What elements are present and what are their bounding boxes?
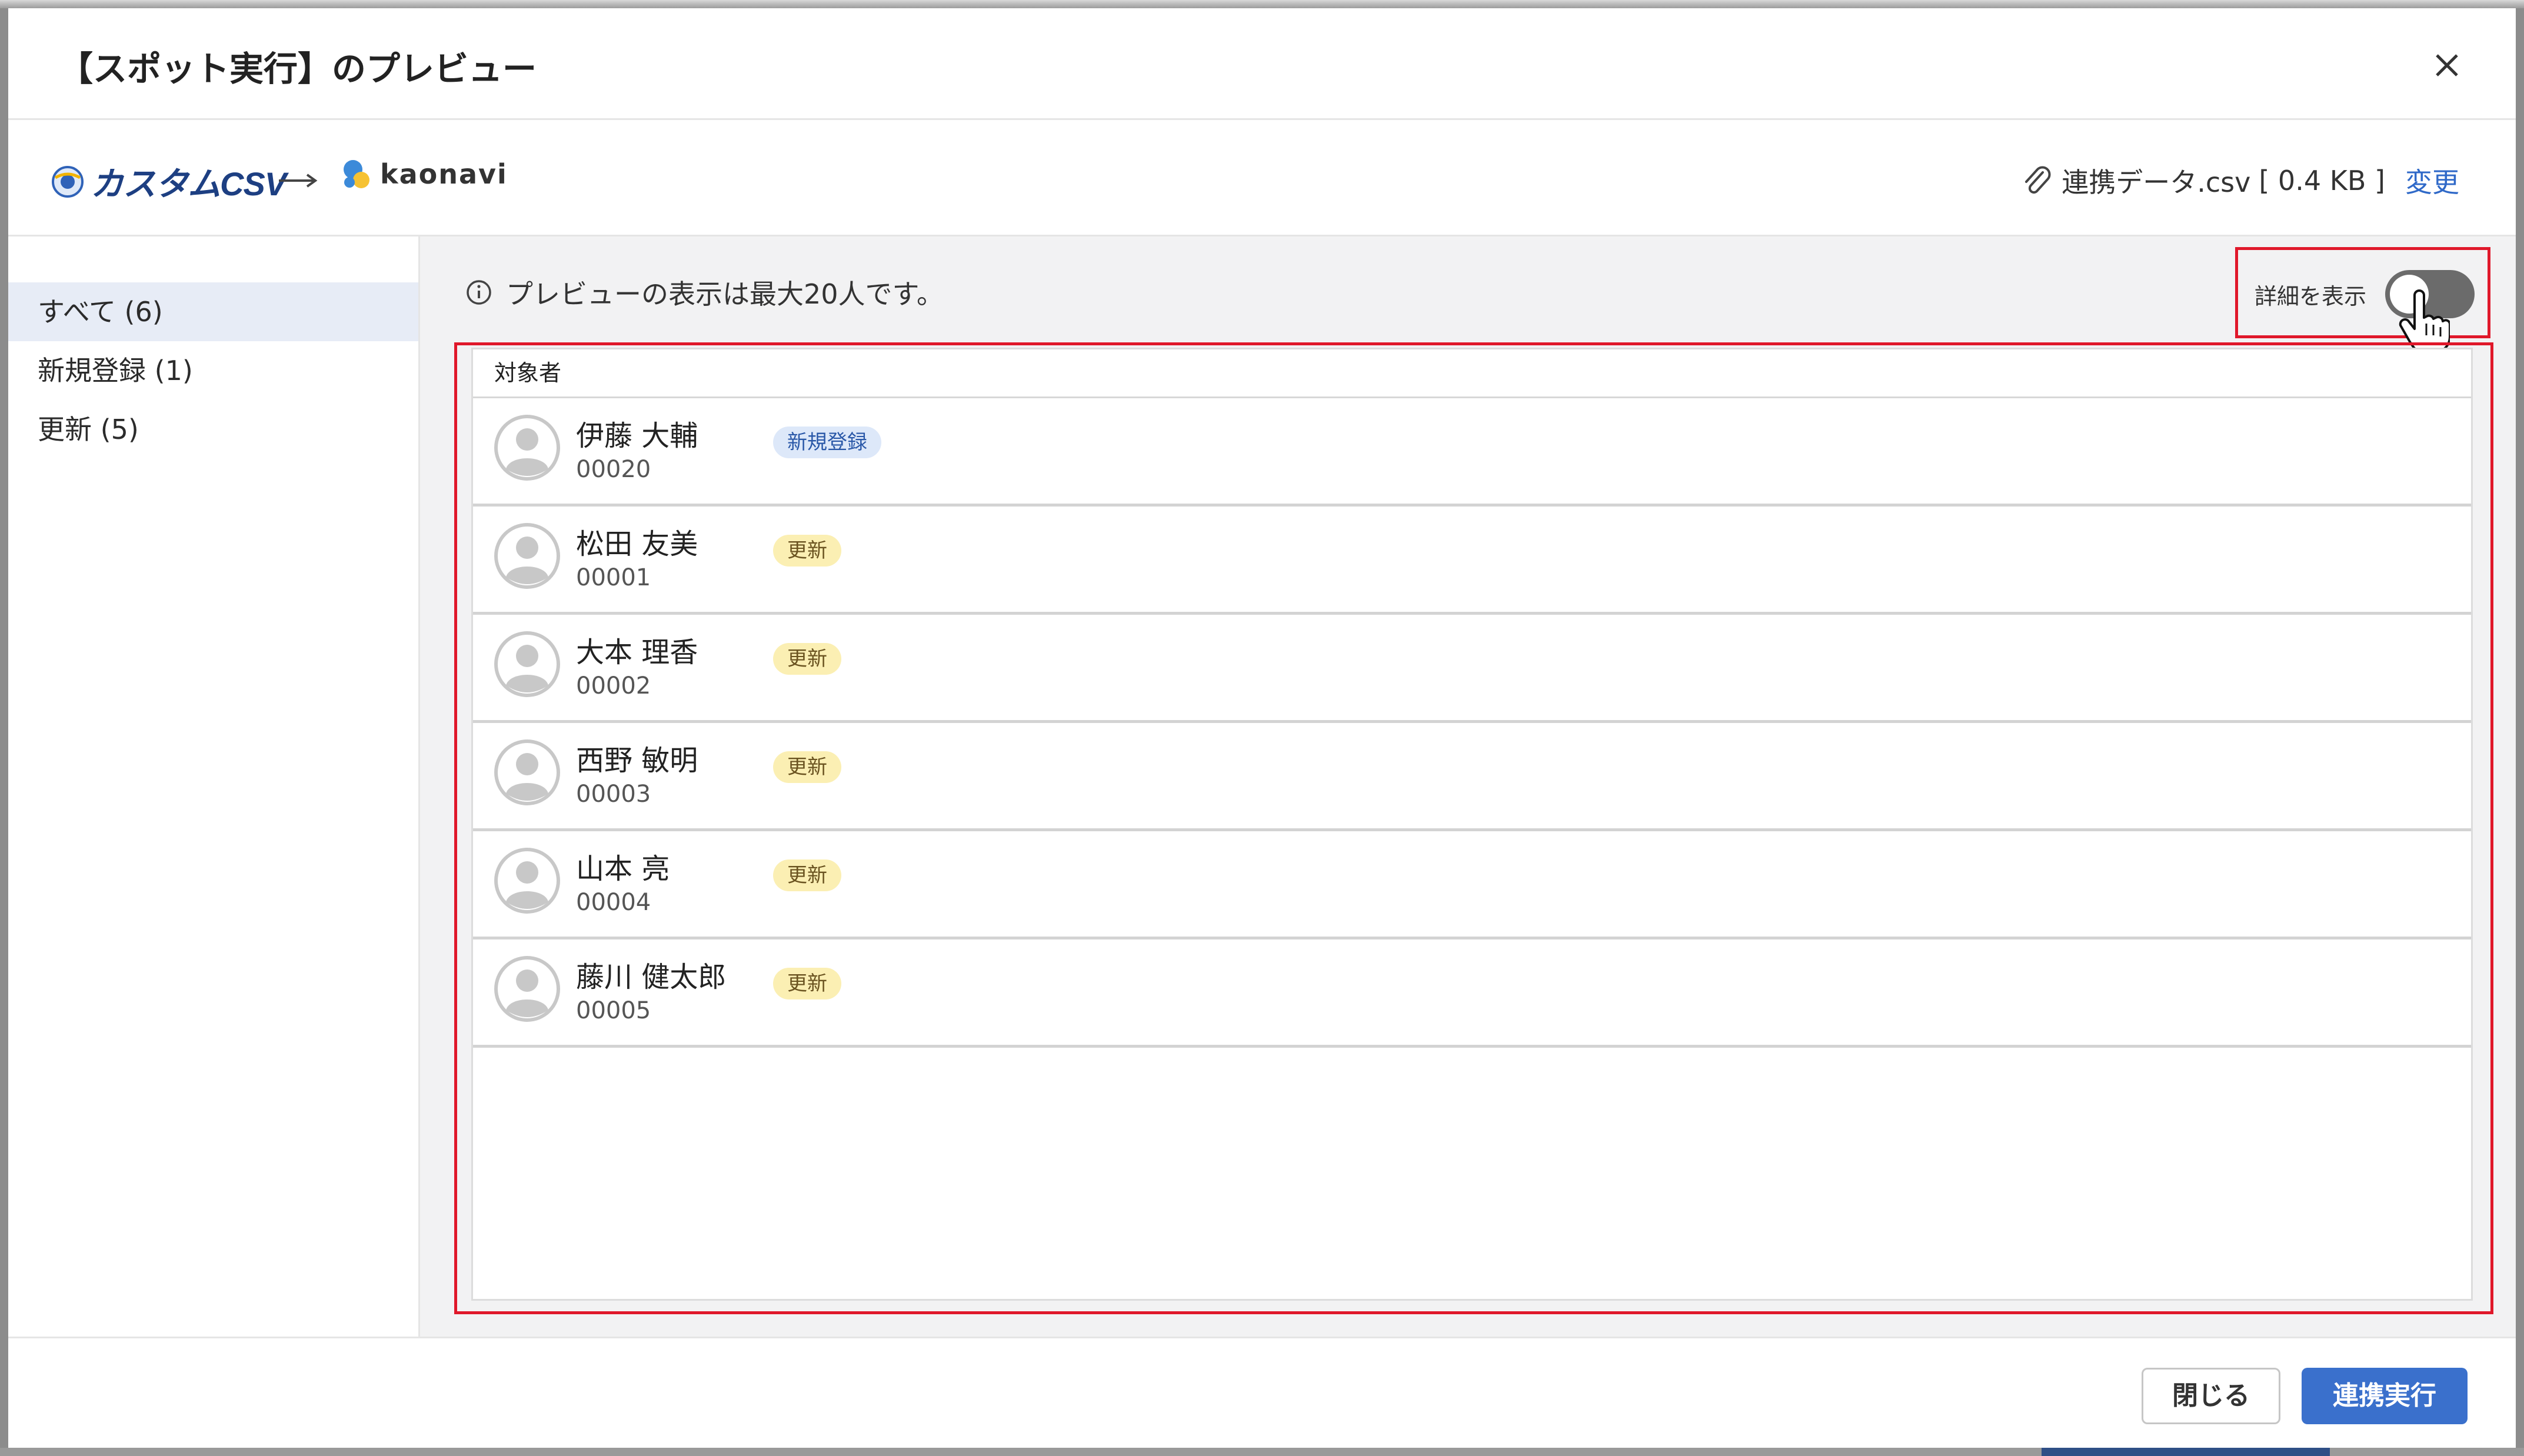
person-code: 00004 bbox=[576, 889, 651, 916]
file-name: 連携データ.csv bbox=[2062, 166, 2251, 198]
preview-content: プレビューの表示は最大20人です。 詳細を表示 対象者 伊藤 大輔 00020 … bbox=[420, 236, 2516, 1337]
person-code: 00002 bbox=[576, 672, 651, 699]
status-badge: 更新 bbox=[773, 968, 841, 999]
kaonavi-logo-icon bbox=[344, 160, 369, 188]
person-code: 00003 bbox=[576, 781, 651, 808]
table-row[interactable]: 藤川 健太郎 00005 更新 bbox=[473, 939, 2471, 1048]
detail-toggle-label: 詳細を表示 bbox=[2255, 284, 2367, 309]
person-code: 00001 bbox=[576, 564, 651, 591]
status-badge: 更新 bbox=[773, 643, 841, 675]
person-code: 00005 bbox=[576, 997, 651, 1024]
avatar-icon bbox=[494, 956, 560, 1022]
background-app-bar bbox=[0, 0, 2524, 8]
close-icon[interactable] bbox=[2431, 49, 2463, 81]
change-file-link[interactable]: 変更 bbox=[2405, 161, 2459, 200]
file-size: [ 0.4 KB ] bbox=[2259, 165, 2385, 196]
table-header: 対象者 bbox=[473, 349, 2471, 398]
close-button[interactable]: 閉じる bbox=[2142, 1368, 2280, 1424]
info-icon bbox=[467, 280, 491, 305]
arrow-right-icon bbox=[279, 174, 318, 188]
preview-table-highlight: 対象者 伊藤 大輔 00020 新規登録 松田 友美 00001 更新 大本 理… bbox=[454, 342, 2493, 1314]
person-name: 伊藤 大輔 bbox=[576, 419, 698, 452]
modal-footer: 閉じる 連携実行 bbox=[8, 1337, 2516, 1448]
detail-toggle-highlight: 詳細を表示 bbox=[2235, 247, 2490, 338]
avatar-icon bbox=[494, 631, 560, 697]
csv-globe-icon bbox=[52, 165, 84, 198]
modal-title: 【スポット実行】のプレビュー bbox=[59, 49, 537, 89]
table-row[interactable]: 伊藤 大輔 00020 新規登録 bbox=[473, 398, 2471, 507]
destination-connector: kaonavi bbox=[338, 156, 508, 192]
status-badge: 新規登録 bbox=[773, 427, 881, 458]
preview-notice: プレビューの表示は最大20人です。 bbox=[465, 273, 944, 312]
flow-bar: カスタムCSV kaonavi 連携データ.csv [ 0.4 KB ] 変更 bbox=[8, 120, 2516, 236]
filter-sidebar: すべて (6) 新規登録 (1) 更新 (5) bbox=[8, 236, 420, 1337]
status-badge: 更新 bbox=[773, 751, 841, 783]
status-badge: 更新 bbox=[773, 859, 841, 891]
sidebar-item-new[interactable]: 新規登録 (1) bbox=[8, 341, 418, 400]
avatar-icon bbox=[494, 739, 560, 805]
paperclip-icon bbox=[2025, 166, 2051, 194]
notice-text: プレビューの表示は最大20人です。 bbox=[506, 278, 944, 310]
person-name: 松田 友美 bbox=[576, 528, 698, 561]
table-row[interactable]: 松田 友美 00001 更新 bbox=[473, 507, 2471, 615]
source-name: カスタムCSV bbox=[91, 165, 287, 202]
avatar-icon bbox=[494, 848, 560, 914]
table-row[interactable]: 西野 敏明 00003 更新 bbox=[473, 723, 2471, 831]
run-sync-button[interactable]: 連携実行 bbox=[2302, 1368, 2468, 1424]
destination-name: kaonavi bbox=[380, 158, 508, 190]
sidebar-item-update[interactable]: 更新 (5) bbox=[8, 400, 418, 459]
person-code: 00020 bbox=[576, 456, 651, 483]
avatar-icon bbox=[494, 415, 560, 481]
background-button-strip bbox=[2042, 1448, 2330, 1456]
background-app-footer bbox=[0, 1448, 2524, 1456]
file-info: 連携データ.csv [ 0.4 KB ] 変更 bbox=[2020, 161, 2459, 200]
person-name: 藤川 健太郎 bbox=[576, 961, 727, 994]
sidebar-item-all[interactable]: すべて (6) bbox=[8, 282, 418, 341]
preview-table: 対象者 伊藤 大輔 00020 新規登録 松田 友美 00001 更新 大本 理… bbox=[471, 348, 2473, 1301]
status-badge: 更新 bbox=[773, 535, 841, 567]
person-name: 山本 亮 bbox=[576, 852, 670, 885]
table-row[interactable]: 山本 亮 00004 更新 bbox=[473, 831, 2471, 939]
person-name: 西野 敏明 bbox=[576, 744, 698, 777]
source-connector: カスタムCSV bbox=[51, 158, 287, 205]
person-name: 大本 理香 bbox=[576, 636, 698, 669]
table-row[interactable]: 大本 理香 00002 更新 bbox=[473, 615, 2471, 723]
preview-modal: 【スポット実行】のプレビュー カスタムCSV kaonavi 連携データ.csv… bbox=[8, 8, 2516, 1448]
avatar-icon bbox=[494, 523, 560, 589]
modal-header: 【スポット実行】のプレビュー bbox=[8, 8, 2516, 120]
